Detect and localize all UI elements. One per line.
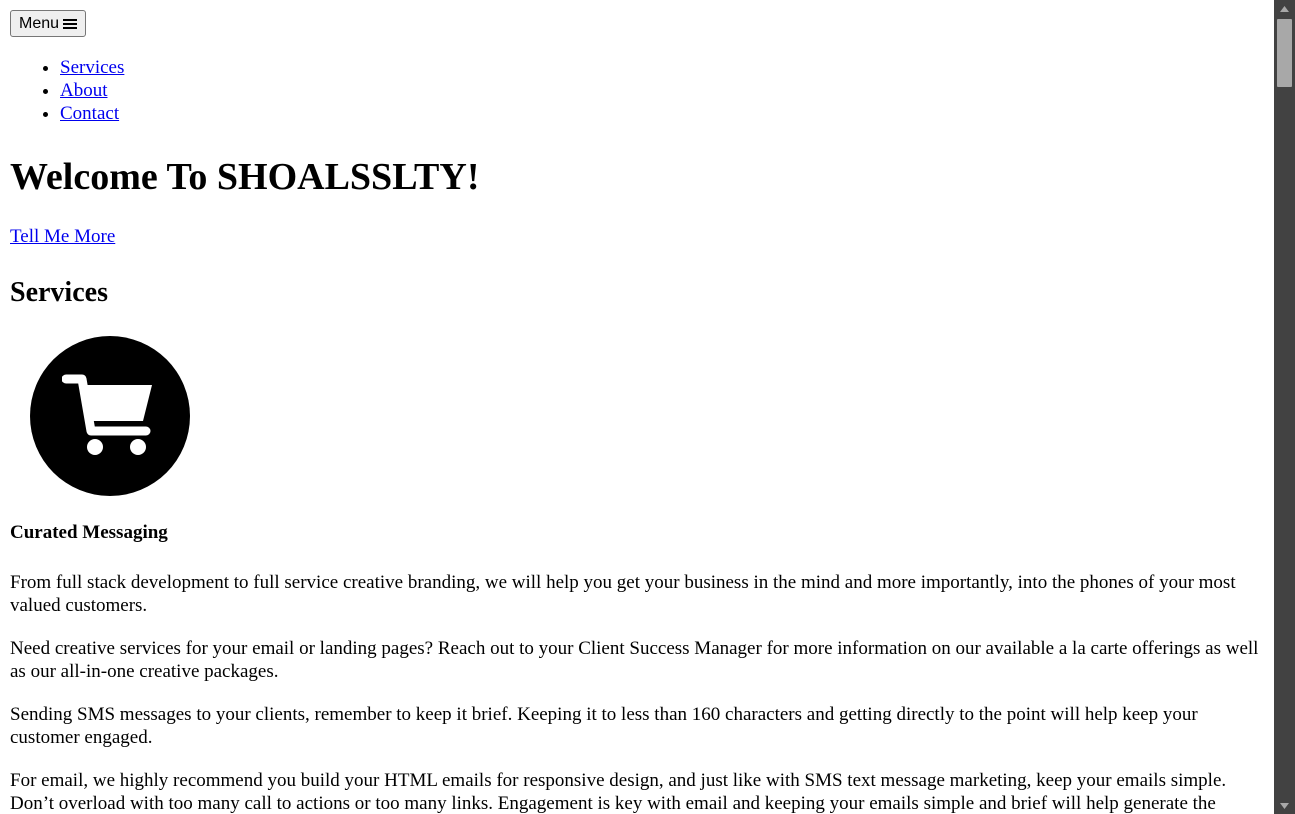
nav-item-contact: Contact (60, 102, 1264, 125)
scroll-down-arrow-icon[interactable] (1274, 797, 1295, 814)
scrollbar-thumb[interactable] (1277, 19, 1292, 87)
service-paragraph: From full stack development to full serv… (10, 572, 1236, 616)
hamburger-icon (63, 18, 78, 30)
scroll-up-arrow-icon[interactable] (1274, 0, 1295, 17)
menu-button-label: Menu (19, 14, 60, 32)
service-paragraph: Sending SMS messages to your clients, re… (10, 704, 1198, 748)
service-paragraph: For email, we highly recommend you build… (10, 770, 1227, 814)
tell-me-more-link[interactable]: Tell Me More (10, 225, 115, 248)
hero-title: Welcome To SHOALSSLTY! (10, 156, 480, 198)
nav-link-about[interactable]: About (60, 80, 108, 101)
shopping-cart-icon (62, 374, 152, 455)
vertical-scrollbar[interactable] (1274, 0, 1295, 814)
nav-link-contact[interactable]: Contact (60, 103, 119, 124)
service-card-title: Curated Messaging (10, 522, 168, 543)
nav-link-services[interactable]: Services (60, 57, 124, 78)
service-paragraph: Need creative services for your email or… (10, 638, 1259, 682)
nav-item-services: Services (60, 56, 1264, 79)
services-heading: Services (10, 277, 108, 308)
menu-button[interactable]: Menu (10, 10, 87, 37)
page-content: Menu Services About Contact Welcome To S… (0, 0, 1274, 814)
service-icon-circle (30, 336, 190, 496)
nav-item-about: About (60, 79, 1264, 102)
nav-list: Services About Contact (10, 56, 1264, 125)
page: Menu Services About Contact Welcome To S… (0, 0, 1274, 814)
